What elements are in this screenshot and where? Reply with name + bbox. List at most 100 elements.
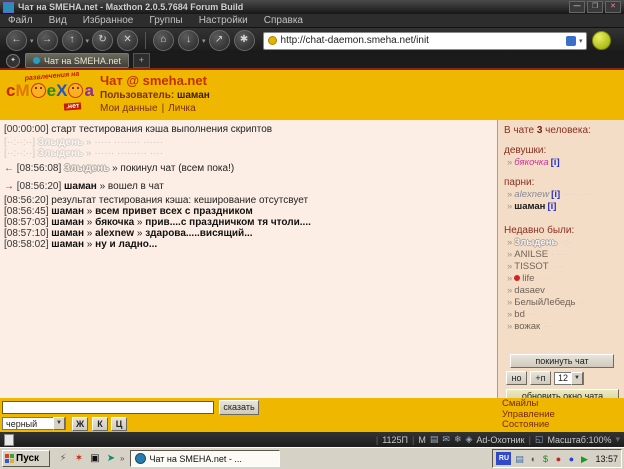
message-input[interactable] <box>2 401 214 414</box>
arrow-icon: → <box>4 181 17 192</box>
text-color-select[interactable]: черный ▼ <box>2 417 66 430</box>
footer-link-2[interactable]: Состояние <box>502 420 555 431</box>
leave-chat-button[interactable]: покинуть чат <box>510 354 614 368</box>
page-doc-icon <box>4 434 14 446</box>
up-icon[interactable]: ↑ <box>62 30 83 51</box>
header-links: Мои данные|Личка <box>100 103 196 114</box>
forward-icon[interactable]: → <box>37 30 58 51</box>
status-zoom-level[interactable]: Масштаб:100% <box>547 435 611 445</box>
start-button[interactable]: Пуск <box>2 450 50 467</box>
font-smaller-button[interactable]: но <box>506 371 527 385</box>
minimize-button[interactable]: — <box>569 1 585 13</box>
status-adhunter[interactable]: Ad-Охотник <box>476 435 524 445</box>
recent-user-item: »bd··· <box>507 309 624 320</box>
site-logo[interactable]: развлечения на сМеХа .нет <box>4 72 96 118</box>
menu-item-1[interactable]: Вид <box>41 15 75 26</box>
user-nickname[interactable]: вожак <box>514 321 540 332</box>
font-bigger-button[interactable]: +п <box>530 371 551 385</box>
font-size-select[interactable]: 12 ▼ <box>554 372 584 385</box>
bold-button[interactable]: Ж <box>72 417 88 431</box>
user-nickname[interactable]: alexnew <box>514 189 549 200</box>
tools-icon[interactable]: ✱ <box>234 30 255 51</box>
tray-status-red-icon[interactable]: ● <box>552 453 564 465</box>
download-icon[interactable]: ↓ <box>178 30 199 51</box>
header-link-0[interactable]: Мои данные <box>100 103 158 114</box>
user-nickname[interactable]: ANILSE <box>514 249 548 260</box>
user-nickname[interactable]: TISSOT <box>514 261 548 272</box>
tray-display-icon[interactable]: ▤ <box>513 453 525 465</box>
status-mail-icon[interactable]: ✉ <box>442 434 450 445</box>
message-text: » <box>134 228 145 239</box>
new-tab-button[interactable]: + <box>133 53 150 68</box>
chat-line: [08:57:10] шаман » alexnew » здарова....… <box>4 228 497 239</box>
user-nickname[interactable]: Злыдень <box>514 237 557 248</box>
address-input[interactable]: http://chat-daemon.smeha.net/init <box>281 35 566 46</box>
start-label: Пуск <box>16 453 39 464</box>
download-dropdown-icon[interactable]: ▾ <box>202 37 206 45</box>
go-button[interactable] <box>592 31 611 50</box>
quicklaunch-chevron-icon[interactable]: » <box>120 454 124 463</box>
close-button[interactable]: ✕ <box>605 1 621 13</box>
footer-link-0[interactable]: Смайлы <box>502 399 555 410</box>
menu-item-3[interactable]: Группы <box>141 15 190 26</box>
taskbar-clock: 13:57 <box>595 454 618 464</box>
user-nickname[interactable]: шаман <box>514 201 545 212</box>
menu-item-4[interactable]: Настройки <box>191 15 256 26</box>
tray-play-icon[interactable]: ▶ <box>578 453 590 465</box>
refresh-dropdown-icon[interactable]: ▾ <box>86 37 90 45</box>
ghost-text: ··:·· <box>560 238 573 247</box>
quicklaunch-app-icon[interactable]: ▣ <box>88 452 102 466</box>
user-info-link[interactable]: [i] <box>551 189 560 200</box>
status-dropdown-icon[interactable]: ▾ <box>615 434 620 445</box>
header-link-1[interactable]: Личка <box>168 103 196 114</box>
tab-chat[interactable]: Чат на SMEHA.net <box>25 53 129 68</box>
home-icon[interactable]: ⌂ <box>153 30 174 51</box>
stop-icon[interactable]: ✕ <box>117 30 138 51</box>
external-icon[interactable]: ↗ <box>209 30 230 51</box>
font-size-dropdown-icon[interactable]: ▼ <box>571 372 583 385</box>
tray-volume-icon[interactable]: ◖ <box>526 453 538 465</box>
quicklaunch-maxthon-icon[interactable]: ➤ <box>104 452 118 466</box>
girls-label: девушки: <box>504 145 624 156</box>
chat-line: → [08:56:20] шаман » вошел в чат <box>4 181 497 192</box>
favorites-icon[interactable]: ✦ <box>6 54 20 68</box>
chat-message-area[interactable]: [00:00:00] старт тестирования кэша выпол… <box>0 120 497 398</box>
menu-item-2[interactable]: Избранное <box>75 15 142 26</box>
menu-item-5[interactable]: Справка <box>256 15 311 26</box>
status-snow-icon[interactable]: ❄ <box>454 434 462 445</box>
tray-currency-icon[interactable]: $ <box>539 453 551 465</box>
underline-button[interactable]: Ц <box>111 417 127 431</box>
user-nickname[interactable]: БелыйЛебедь <box>514 297 575 308</box>
current-user-name: шаман <box>177 90 210 101</box>
address-dropdown-icon[interactable]: ▾ <box>579 37 583 45</box>
taskbar-task-button[interactable]: Чат на SMEHA.net - ... <box>130 450 280 467</box>
address-bar[interactable]: http://chat-daemon.smeha.net/init ▾ <box>263 32 587 50</box>
task-label: Чат на SMEHA.net - ... <box>149 454 241 464</box>
user-nickname[interactable]: dasaev <box>514 285 545 296</box>
italic-button[interactable]: К <box>92 417 108 431</box>
bullet-icon: » <box>507 273 512 284</box>
status-windows-icon[interactable]: ▤ <box>430 434 439 445</box>
status-shield-icon[interactable]: ◈ <box>465 434 472 445</box>
say-button[interactable]: сказать <box>219 400 259 415</box>
refresh-icon[interactable]: ↻ <box>92 30 113 51</box>
menu-bar: ФайлВидИзбранноеГруппыНастройкиСправка <box>0 14 624 28</box>
quicklaunch-media-icon[interactable]: ✶ <box>72 452 86 466</box>
back-icon[interactable]: ← <box>6 30 27 51</box>
text-color-dropdown-icon[interactable]: ▼ <box>53 417 65 430</box>
user-info-link[interactable]: [i] <box>551 157 560 168</box>
chat-line: [··:··:··] Злыдень » ····· ········ ····… <box>4 137 497 148</box>
maximize-button[interactable]: ❐ <box>587 1 603 13</box>
address-action-icon[interactable] <box>566 36 576 46</box>
user-nickname[interactable]: bd <box>514 309 525 320</box>
bullet-icon: » <box>507 249 512 260</box>
logo-letters: сМеХа <box>4 82 96 99</box>
user-info-link[interactable]: [i] <box>547 201 556 212</box>
back-history-dropdown-icon[interactable]: ▾ <box>30 37 34 45</box>
language-indicator[interactable]: RU <box>496 452 511 465</box>
user-nickname[interactable]: бякочка <box>514 157 548 168</box>
tray-status-blue-icon[interactable]: ● <box>565 453 577 465</box>
menu-item-0[interactable]: Файл <box>0 15 41 26</box>
quicklaunch-lightning-icon[interactable]: ⚡ <box>56 452 70 466</box>
user-nickname[interactable]: life <box>522 273 534 284</box>
